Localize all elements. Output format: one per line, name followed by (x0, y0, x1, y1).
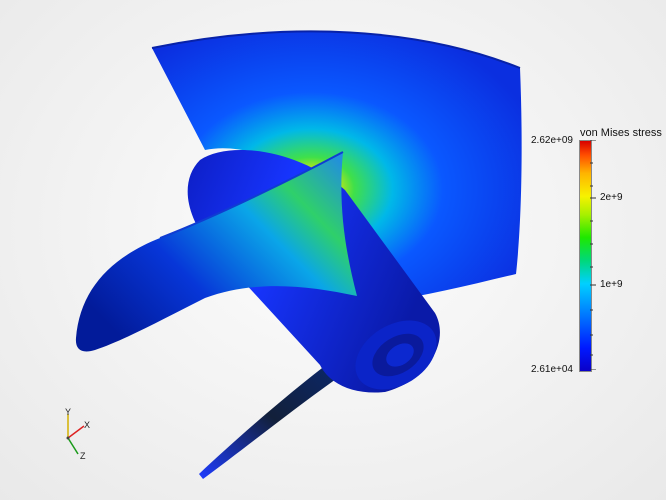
legend-max-label: 2.62e+09 (531, 135, 573, 146)
legend-min-label: 2.61e+04 (531, 364, 573, 375)
color-bar-ticks (590, 140, 596, 370)
x-axis-line (67, 425, 85, 439)
render-viewport[interactable]: von Mises stress 2.62e+09 2e+9 1e+9 2.61… (0, 0, 666, 500)
z-axis-line (67, 437, 79, 455)
legend-title: von Mises stress (580, 127, 662, 139)
legend-tick-2e9: 2e+9 (600, 192, 623, 203)
lower-blade (199, 356, 346, 479)
z-axis-label: Z (80, 451, 86, 461)
legend-tick-1e9: 1e+9 (600, 279, 623, 290)
x-axis-label: X (84, 420, 90, 430)
scalar-bar-legend: von Mises stress 2.62e+09 2e+9 1e+9 2.61… (520, 126, 662, 376)
y-axis-label: Y (65, 407, 71, 417)
orientation-axes: Y X Z (65, 407, 90, 461)
